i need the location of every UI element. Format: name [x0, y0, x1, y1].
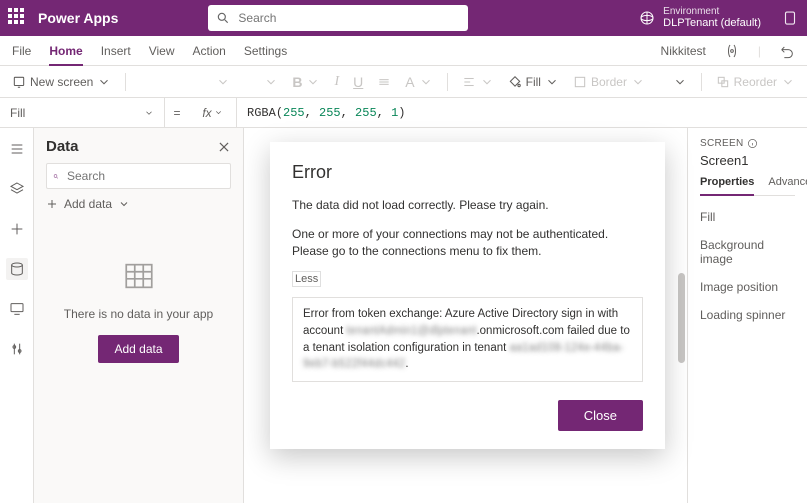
reorder-button: Reorder: [716, 75, 795, 89]
table-icon: [122, 259, 156, 293]
add-data-dropdown[interactable]: Add data: [46, 197, 231, 211]
add-button[interactable]: [6, 218, 28, 240]
strike-button: [377, 75, 391, 89]
properties-panel: SCREEN Screen1 Properties Advanced Fill …: [687, 128, 807, 503]
tools-button[interactable]: [6, 338, 28, 360]
add-data-button[interactable]: Add data: [98, 335, 178, 363]
plus-icon: [9, 221, 25, 237]
layers-icon: [9, 181, 25, 197]
search-icon: [53, 170, 59, 183]
font-select: [140, 75, 230, 89]
data-search-input[interactable]: [65, 168, 224, 184]
global-search[interactable]: [208, 5, 468, 31]
environment-label: Environment: [663, 6, 761, 17]
prop-image-pos[interactable]: Image position: [700, 280, 795, 294]
left-rail: [0, 128, 34, 503]
ribbon: New screen B I U A Fill Border Reorder: [0, 66, 807, 98]
font-color-button: A: [405, 74, 432, 90]
underline-button: U: [353, 74, 363, 90]
dialog-message-2: One or more of your connections may not …: [292, 226, 643, 260]
app-checker-icon[interactable]: [724, 43, 740, 59]
chevron-down-icon: [118, 198, 130, 210]
menu-settings[interactable]: Settings: [244, 44, 287, 58]
screen-name[interactable]: Screen1: [700, 153, 795, 168]
environment-picker[interactable]: Environment DLPTenant (default): [639, 6, 761, 29]
global-search-input[interactable]: [236, 10, 460, 26]
error-detail-box[interactable]: Error from token exchange: Azure Active …: [292, 297, 643, 382]
tab-properties[interactable]: Properties: [700, 176, 754, 196]
data-search[interactable]: [46, 163, 231, 189]
menu-view[interactable]: View: [149, 44, 175, 58]
environment-name: DLPTenant (default): [663, 17, 761, 29]
error-dialog: Error The data did not load correctly. P…: [270, 142, 665, 449]
menu-action[interactable]: Action: [193, 44, 226, 58]
select-button[interactable]: [673, 75, 687, 89]
fill-button[interactable]: Fill: [508, 75, 559, 89]
tree-icon: [9, 141, 25, 157]
monitor-icon: [9, 301, 25, 317]
tab-advanced[interactable]: Advanced: [768, 176, 807, 195]
data-empty-state: There is no data in your app Add data: [46, 219, 231, 493]
screen-label: SCREEN: [700, 138, 795, 149]
new-screen-button[interactable]: New screen: [12, 75, 111, 89]
search-icon: [216, 11, 230, 25]
database-icon: [9, 261, 25, 277]
less-toggle[interactable]: Less: [292, 271, 321, 287]
prop-loading-spinner[interactable]: Loading spinner: [700, 308, 795, 322]
align-button: [462, 75, 494, 89]
plus-icon: [46, 198, 58, 210]
equals-sign: =: [165, 106, 189, 120]
tree-view-button[interactable]: [6, 138, 28, 160]
canvas-scrollbar[interactable]: [678, 273, 685, 363]
title-bar: Power Apps Environment DLPTenant (defaul…: [0, 0, 807, 36]
notifications-icon[interactable]: [781, 9, 799, 27]
empty-message: There is no data in your app: [64, 307, 213, 321]
menu-bar: File Home Insert View Action Settings Ni…: [0, 36, 807, 66]
environment-icon: [639, 10, 655, 26]
property-selector[interactable]: Fill: [0, 98, 165, 127]
data-panel-title: Data: [46, 138, 79, 155]
italic-button: I: [334, 74, 339, 90]
prop-fill[interactable]: Fill: [700, 210, 795, 224]
dialog-title: Error: [292, 162, 643, 183]
info-icon[interactable]: [747, 138, 758, 149]
media-button[interactable]: [6, 298, 28, 320]
close-button[interactable]: Close: [558, 400, 643, 431]
formula-bar: Fill = fx RGBA(255, 255, 255, 1): [0, 98, 807, 128]
fx-label[interactable]: fx: [189, 98, 237, 127]
fill-icon: [508, 75, 522, 89]
dialog-message-1: The data did not load correctly. Please …: [292, 197, 643, 214]
data-button[interactable]: [6, 258, 28, 280]
font-size: [244, 75, 278, 89]
username[interactable]: Nikkitest: [661, 44, 706, 58]
app-launcher-icon[interactable]: [8, 8, 28, 28]
border-button: Border: [573, 75, 645, 89]
menu-file[interactable]: File: [12, 44, 31, 58]
prop-bg-image[interactable]: Background image: [700, 238, 795, 266]
undo-icon[interactable]: [779, 43, 795, 59]
close-icon[interactable]: [217, 140, 231, 154]
menu-insert[interactable]: Insert: [101, 44, 131, 58]
insert-button[interactable]: [6, 178, 28, 200]
app-title: Power Apps: [38, 10, 118, 26]
data-panel: Data Add data There is no data in your a…: [34, 128, 244, 503]
tools-icon: [9, 341, 25, 357]
menu-home[interactable]: Home: [49, 44, 82, 66]
new-screen-icon: [12, 75, 26, 89]
chevron-down-icon: [97, 75, 111, 89]
bold-button: B: [292, 74, 320, 90]
formula-input[interactable]: RGBA(255, 255, 255, 1): [237, 106, 415, 120]
chevron-down-icon: [144, 108, 154, 118]
